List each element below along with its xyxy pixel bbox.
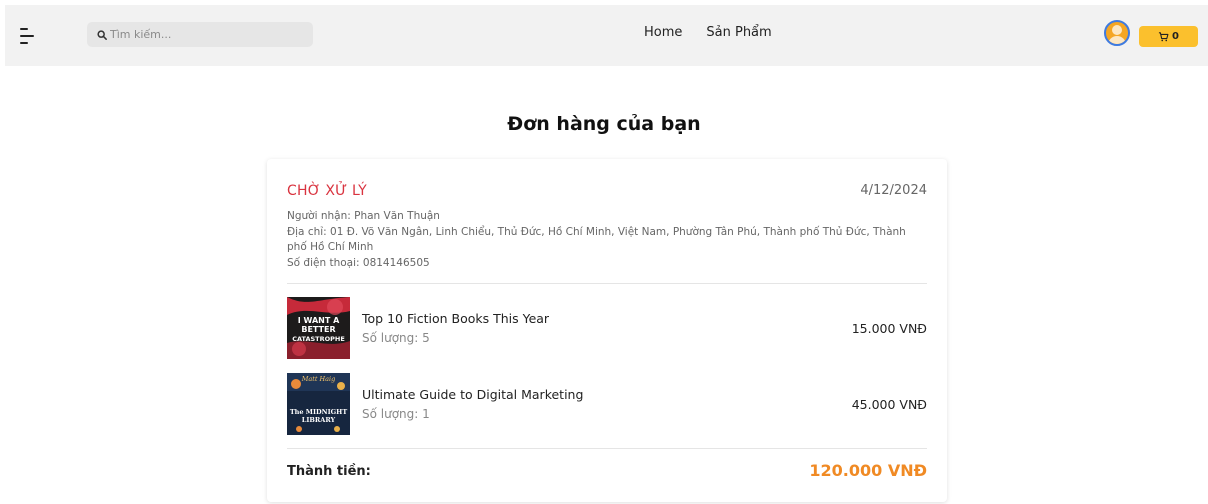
cover-title-line2: LIBRARY — [302, 416, 336, 424]
cart-button[interactable]: 0 — [1139, 26, 1198, 47]
item-price: 15.000 VNĐ — [851, 321, 927, 336]
order-card: CHỜ XỬ LÝ 4/12/2024 Người nhận: Phan Văn… — [267, 159, 947, 502]
search-box[interactable] — [87, 22, 313, 47]
cover-title-line2: BETTER — [301, 325, 335, 334]
recipient-name: Người nhận: Phan Văn Thuận — [287, 210, 440, 222]
order-status: CHỜ XỬ LÝ — [287, 183, 367, 199]
delivery-address: Địa chỉ: 01 Đ. Võ Văn Ngân, Linh Chiểu, … — [287, 225, 906, 254]
order-item: I WANT A BETTER CATASTROPHE Top 10 Ficti… — [287, 297, 927, 359]
total-value: 120.000 VNĐ — [809, 461, 927, 480]
cover-title-line1: The MIDNIGHT — [290, 408, 348, 416]
top-navbar: Home Sản Phẩm 0 — [5, 5, 1208, 66]
page-title: Đơn hàng của bạn — [507, 113, 701, 135]
cover-title-line1: I WANT A — [298, 316, 340, 325]
item-quantity: Số lượng: 1 — [362, 407, 430, 421]
item-price: 45.000 VNĐ — [851, 397, 927, 412]
cart-icon — [1158, 32, 1169, 42]
search-icon — [97, 29, 107, 40]
order-date: 4/12/2024 — [860, 183, 927, 198]
main-nav: Home Sản Phẩm — [644, 25, 772, 40]
search-input[interactable] — [110, 28, 300, 41]
item-name[interactable]: Top 10 Fiction Books This Year — [362, 311, 549, 326]
menu-icon[interactable] — [18, 25, 40, 47]
cart-count: 0 — [1172, 31, 1179, 42]
cover-author: Matt Haig — [301, 375, 336, 383]
total-label: Thành tiền: — [287, 464, 371, 479]
nav-link-home[interactable]: Home — [644, 25, 682, 40]
cover-title-line3: CATASTROPHE — [292, 335, 345, 343]
divider — [287, 283, 927, 284]
book-cover-image: Matt Haig The MIDNIGHT LIBRARY — [287, 373, 350, 435]
item-name[interactable]: Ultimate Guide to Digital Marketing — [362, 387, 583, 402]
divider — [287, 448, 927, 449]
book-cover-image: I WANT A BETTER CATASTROPHE — [287, 297, 350, 359]
delivery-info: Người nhận: Phan Văn Thuận Địa chỉ: 01 Đ… — [287, 209, 917, 271]
nav-link-products[interactable]: Sản Phẩm — [706, 25, 771, 40]
user-avatar[interactable] — [1104, 20, 1130, 46]
item-quantity: Số lượng: 5 — [362, 331, 430, 345]
phone-number: Số điện thoại: 0814146505 — [287, 256, 430, 269]
order-item: Matt Haig The MIDNIGHT LIBRARY Ultimate … — [287, 373, 927, 435]
